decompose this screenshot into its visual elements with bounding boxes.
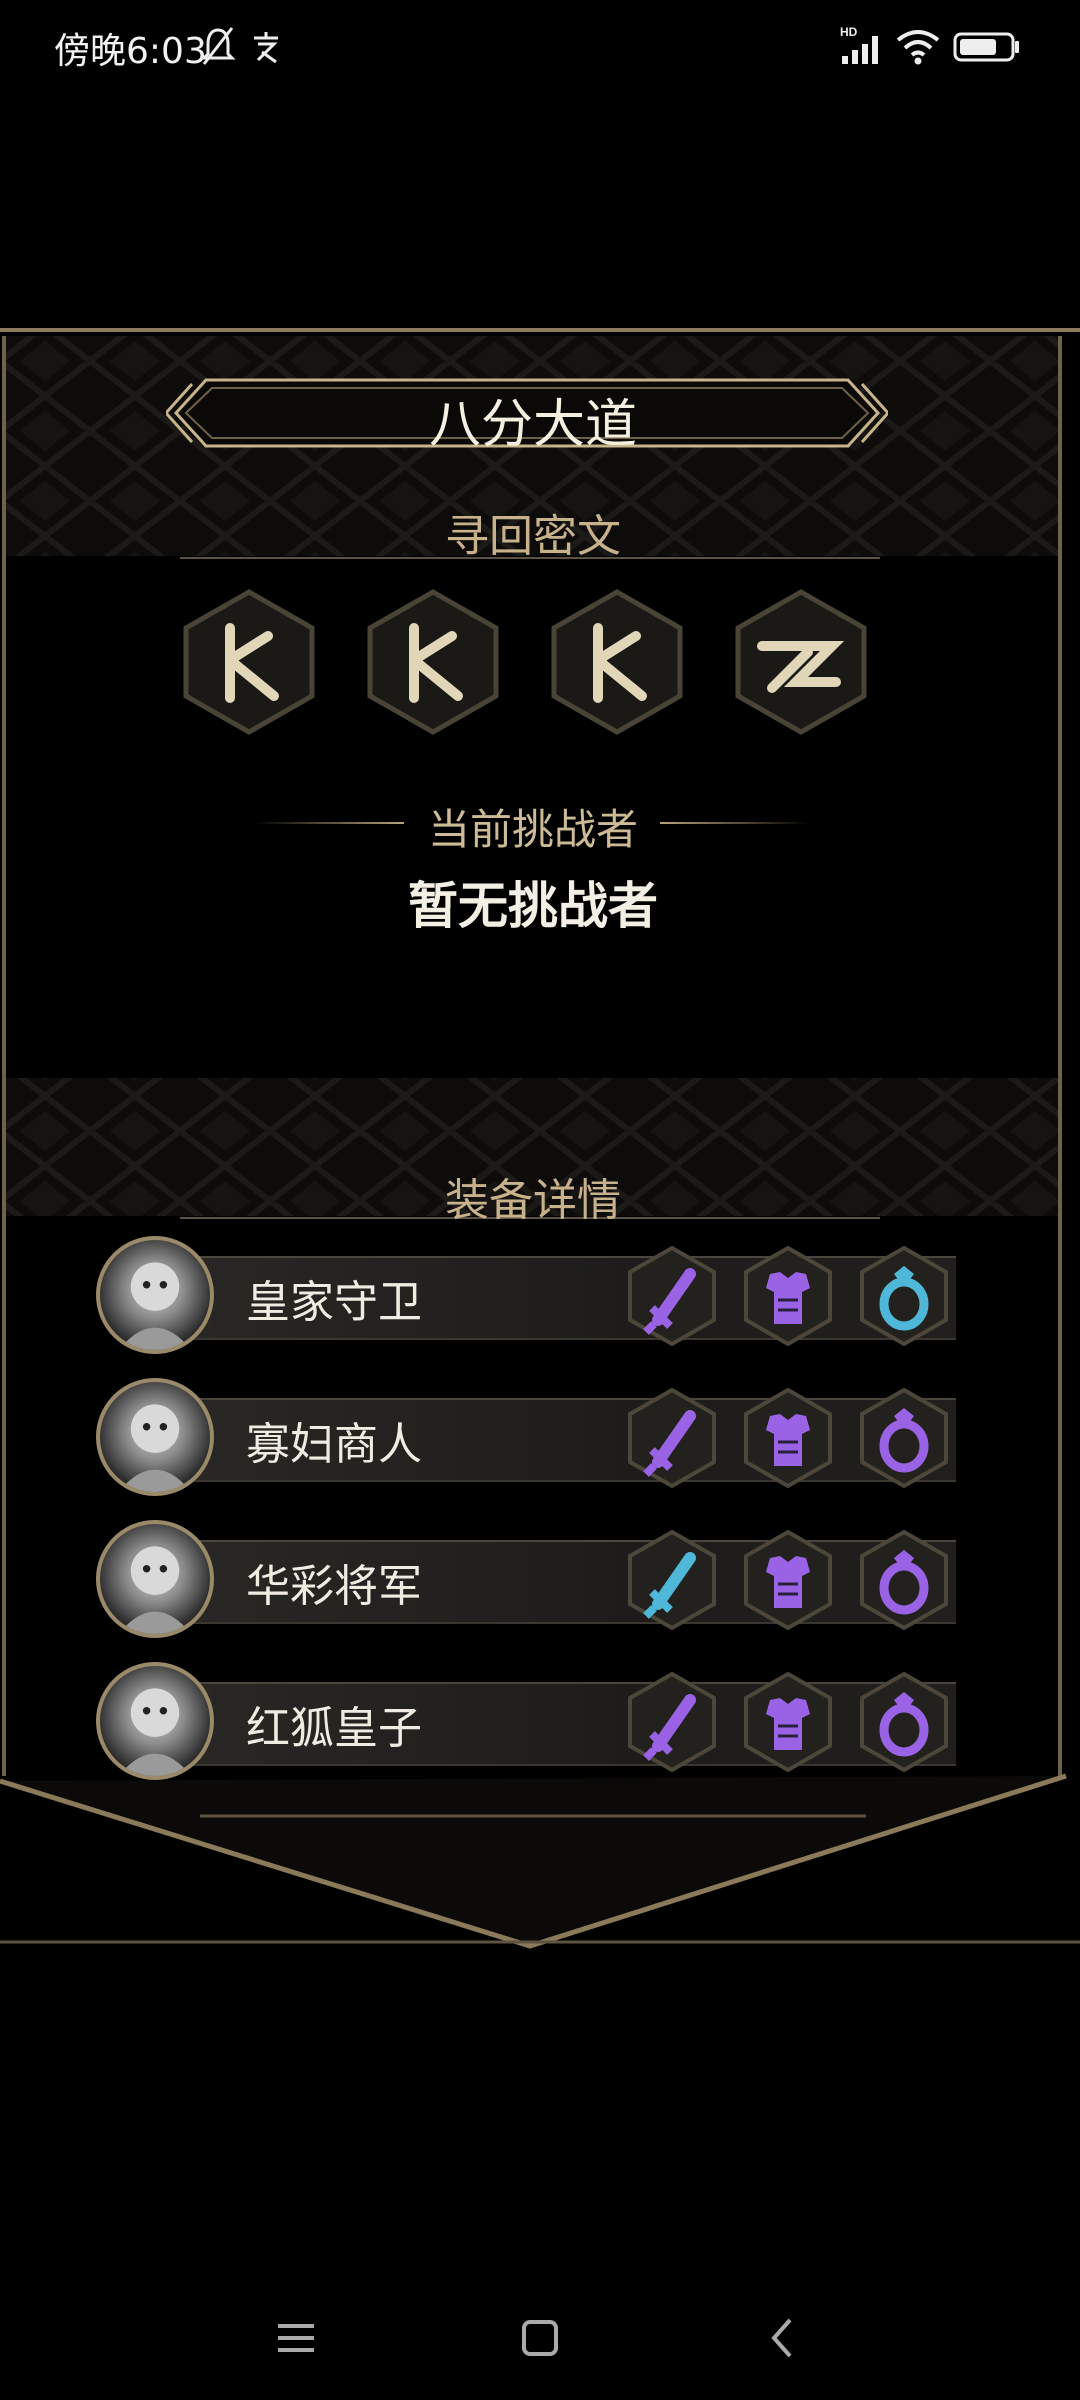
armor-icon[interactable] (740, 1670, 836, 1774)
runes-section-title: 寻回密文 (445, 511, 621, 562)
navigation-bar (0, 2268, 1080, 2400)
hero-row[interactable]: 红狐皇子 (96, 1662, 956, 1782)
sword-icon[interactable] (624, 1244, 720, 1348)
armor-icon[interactable] (740, 1244, 836, 1348)
armor-icon[interactable] (740, 1528, 836, 1632)
red-fox-prince-portrait[interactable] (96, 1662, 214, 1780)
status-time: 傍晚6:03 (54, 31, 207, 72)
menu-icon[interactable] (266, 2308, 326, 2368)
armor-icon[interactable] (740, 1386, 836, 1490)
hero-row[interactable]: 寡妇商人 (96, 1378, 956, 1498)
challenger-value: 暂无挑战者 (408, 876, 658, 935)
sword-icon[interactable] (624, 1670, 720, 1774)
rune-y-icon[interactable] (180, 588, 318, 736)
app-notification-icon (254, 32, 278, 64)
hero-name: 红狐皇子 (246, 1703, 422, 1754)
rune-y-icon[interactable] (364, 588, 502, 736)
svg-text:HD: HD (840, 25, 858, 39)
battery-icon (953, 32, 1019, 62)
hd-signal-icon: HD (840, 25, 878, 64)
hero-row[interactable]: 皇家守卫 (96, 1236, 956, 1356)
rune-zigzag-icon[interactable] (732, 588, 870, 736)
panel-title: 八分大道 (428, 395, 637, 455)
status-bar: 傍晚6:03 HD (0, 0, 1080, 96)
hero-row[interactable]: 华彩将军 (96, 1520, 956, 1640)
royal-guard-portrait[interactable] (96, 1236, 214, 1354)
colorful-general-portrait[interactable] (96, 1520, 214, 1638)
back-icon[interactable] (754, 2308, 814, 2368)
mute-bell-icon (200, 27, 236, 65)
widow-merchant-portrait[interactable] (96, 1378, 214, 1496)
ring-icon[interactable] (856, 1386, 952, 1490)
hero-name: 华彩将军 (246, 1561, 422, 1612)
wifi-icon (896, 30, 940, 65)
sword-icon[interactable] (624, 1386, 720, 1490)
home-icon[interactable] (510, 2308, 570, 2368)
ring-icon[interactable] (856, 1670, 952, 1774)
challenger-label: 当前挑战者 (427, 805, 638, 854)
rune-y-icon[interactable] (548, 588, 686, 736)
hero-name: 寡妇商人 (246, 1419, 422, 1470)
ring-icon[interactable] (856, 1528, 952, 1632)
hero-name: 皇家守卫 (246, 1277, 422, 1328)
challenge-panel: 八分大道 寻回密文 当前挑战者 暂无挑战者 装备详情 皇家守卫寡妇商人华彩将军红… (0, 326, 1080, 1949)
equipment-section-title: 装备详情 (445, 1175, 621, 1226)
sword-icon[interactable] (624, 1528, 720, 1632)
ring-icon[interactable] (856, 1244, 952, 1348)
